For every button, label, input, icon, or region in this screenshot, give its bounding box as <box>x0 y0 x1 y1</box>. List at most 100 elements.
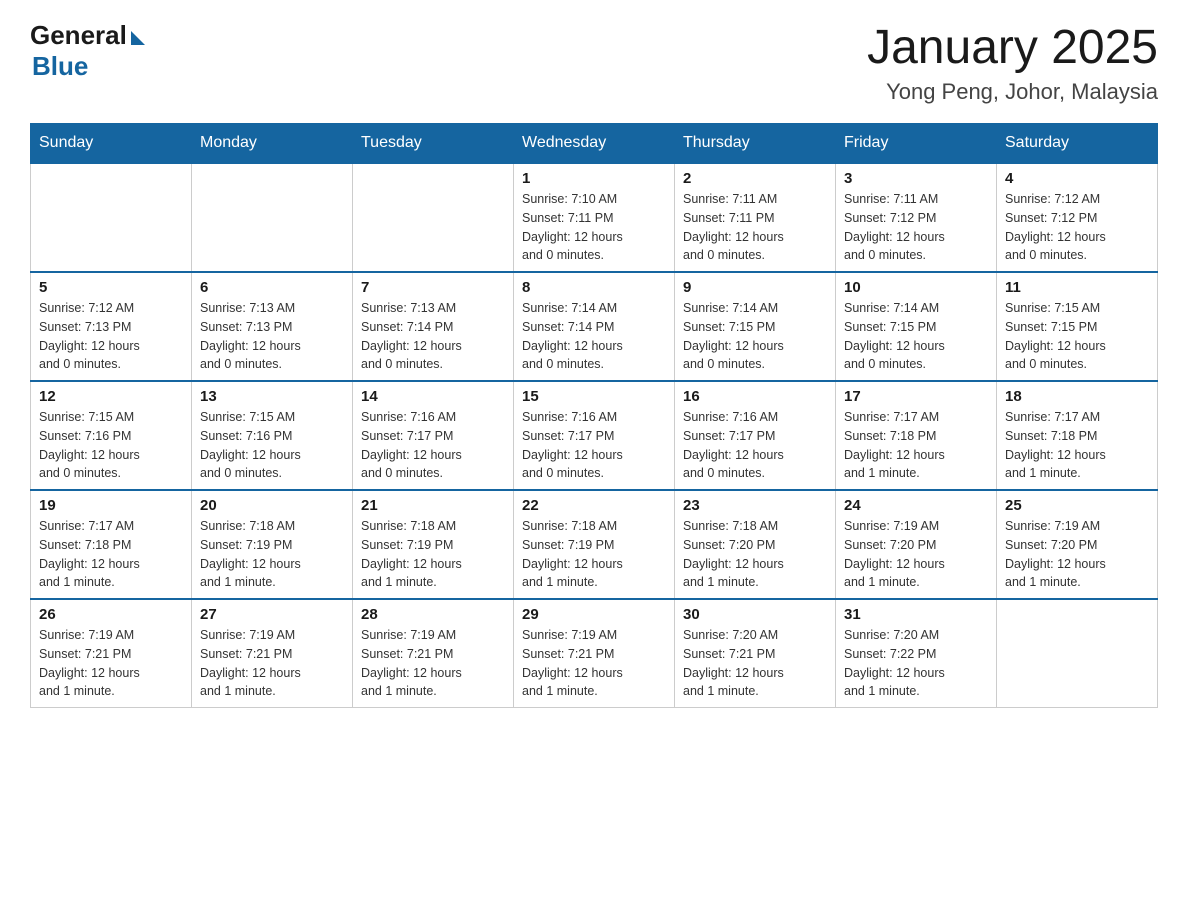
day-number: 19 <box>39 497 183 514</box>
week-row-2: 5 Sunrise: 7:12 AMSunset: 7:13 PMDaylight… <box>31 272 1158 381</box>
day-info: Sunrise: 7:16 AMSunset: 7:17 PMDaylight:… <box>522 408 666 483</box>
day-number: 7 <box>361 279 505 296</box>
week-row-3: 12 Sunrise: 7:15 AMSunset: 7:16 PMDayligh… <box>31 381 1158 490</box>
day-number: 13 <box>200 388 344 405</box>
week-row-4: 19 Sunrise: 7:17 AMSunset: 7:18 PMDayligh… <box>31 490 1158 599</box>
calendar-cell: 2 Sunrise: 7:11 AMSunset: 7:11 PMDaylight… <box>675 163 836 272</box>
calendar-cell: 24 Sunrise: 7:19 AMSunset: 7:20 PMDayligh… <box>836 490 997 599</box>
day-info: Sunrise: 7:15 AMSunset: 7:16 PMDaylight:… <box>39 408 183 483</box>
day-number: 28 <box>361 606 505 623</box>
day-number: 22 <box>522 497 666 514</box>
day-info: Sunrise: 7:17 AMSunset: 7:18 PMDaylight:… <box>1005 408 1149 483</box>
day-info: Sunrise: 7:19 AMSunset: 7:21 PMDaylight:… <box>361 626 505 701</box>
calendar-cell: 31 Sunrise: 7:20 AMSunset: 7:22 PMDayligh… <box>836 599 997 708</box>
day-number: 25 <box>1005 497 1149 514</box>
day-info: Sunrise: 7:14 AMSunset: 7:15 PMDaylight:… <box>844 299 988 374</box>
day-info: Sunrise: 7:15 AMSunset: 7:16 PMDaylight:… <box>200 408 344 483</box>
calendar-cell: 3 Sunrise: 7:11 AMSunset: 7:12 PMDaylight… <box>836 163 997 272</box>
day-number: 14 <box>361 388 505 405</box>
day-info: Sunrise: 7:12 AMSunset: 7:13 PMDaylight:… <box>39 299 183 374</box>
calendar-cell: 14 Sunrise: 7:16 AMSunset: 7:17 PMDayligh… <box>353 381 514 490</box>
day-info: Sunrise: 7:11 AMSunset: 7:12 PMDaylight:… <box>844 190 988 265</box>
day-number: 17 <box>844 388 988 405</box>
day-info: Sunrise: 7:16 AMSunset: 7:17 PMDaylight:… <box>361 408 505 483</box>
day-number: 29 <box>522 606 666 623</box>
day-info: Sunrise: 7:13 AMSunset: 7:13 PMDaylight:… <box>200 299 344 374</box>
day-number: 3 <box>844 170 988 187</box>
calendar-cell: 19 Sunrise: 7:17 AMSunset: 7:18 PMDayligh… <box>31 490 192 599</box>
calendar-cell <box>192 163 353 272</box>
title-block: January 2025 Yong Peng, Johor, Malaysia <box>867 20 1158 105</box>
calendar-cell <box>31 163 192 272</box>
week-row-5: 26 Sunrise: 7:19 AMSunset: 7:21 PMDayligh… <box>31 599 1158 708</box>
day-number: 5 <box>39 279 183 296</box>
calendar-cell: 22 Sunrise: 7:18 AMSunset: 7:19 PMDayligh… <box>514 490 675 599</box>
location-subtitle: Yong Peng, Johor, Malaysia <box>867 79 1158 105</box>
calendar-cell: 11Sunrise: 7:15 AMSunset: 7:15 PMDayligh… <box>997 272 1158 381</box>
logo-blue-text: Blue <box>32 51 88 82</box>
calendar-cell: 6 Sunrise: 7:13 AMSunset: 7:13 PMDaylight… <box>192 272 353 381</box>
day-info: Sunrise: 7:19 AMSunset: 7:21 PMDaylight:… <box>522 626 666 701</box>
day-number: 23 <box>683 497 827 514</box>
calendar-cell <box>997 599 1158 708</box>
day-number: 8 <box>522 279 666 296</box>
calendar-cell: 8 Sunrise: 7:14 AMSunset: 7:14 PMDaylight… <box>514 272 675 381</box>
day-info: Sunrise: 7:20 AMSunset: 7:22 PMDaylight:… <box>844 626 988 701</box>
logo-arrow-icon <box>131 31 145 45</box>
day-number: 9 <box>683 279 827 296</box>
calendar-header-wednesday: Wednesday <box>514 124 675 164</box>
day-info: Sunrise: 7:18 AMSunset: 7:19 PMDaylight:… <box>200 517 344 592</box>
day-info: Sunrise: 7:20 AMSunset: 7:21 PMDaylight:… <box>683 626 827 701</box>
calendar-header-row: SundayMondayTuesdayWednesdayThursdayFrid… <box>31 124 1158 164</box>
day-info: Sunrise: 7:10 AMSunset: 7:11 PMDaylight:… <box>522 190 666 265</box>
day-info: Sunrise: 7:12 AMSunset: 7:12 PMDaylight:… <box>1005 190 1149 265</box>
day-number: 24 <box>844 497 988 514</box>
calendar-cell: 15Sunrise: 7:16 AMSunset: 7:17 PMDayligh… <box>514 381 675 490</box>
day-number: 16 <box>683 388 827 405</box>
calendar-cell: 4 Sunrise: 7:12 AMSunset: 7:12 PMDaylight… <box>997 163 1158 272</box>
calendar-cell: 17 Sunrise: 7:17 AMSunset: 7:18 PMDayligh… <box>836 381 997 490</box>
calendar-cell: 30 Sunrise: 7:20 AMSunset: 7:21 PMDayligh… <box>675 599 836 708</box>
day-info: Sunrise: 7:14 AMSunset: 7:15 PMDaylight:… <box>683 299 827 374</box>
calendar-cell: 18 Sunrise: 7:17 AMSunset: 7:18 PMDayligh… <box>997 381 1158 490</box>
day-number: 21 <box>361 497 505 514</box>
day-number: 10 <box>844 279 988 296</box>
calendar-cell: 13 Sunrise: 7:15 AMSunset: 7:16 PMDayligh… <box>192 381 353 490</box>
calendar-cell: 7 Sunrise: 7:13 AMSunset: 7:14 PMDaylight… <box>353 272 514 381</box>
month-title: January 2025 <box>867 20 1158 75</box>
calendar-cell: 26 Sunrise: 7:19 AMSunset: 7:21 PMDayligh… <box>31 599 192 708</box>
day-number: 18 <box>1005 388 1149 405</box>
day-info: Sunrise: 7:19 AMSunset: 7:20 PMDaylight:… <box>844 517 988 592</box>
day-info: Sunrise: 7:19 AMSunset: 7:20 PMDaylight:… <box>1005 517 1149 592</box>
day-info: Sunrise: 7:17 AMSunset: 7:18 PMDaylight:… <box>844 408 988 483</box>
calendar-header-thursday: Thursday <box>675 124 836 164</box>
calendar-cell: 12 Sunrise: 7:15 AMSunset: 7:16 PMDayligh… <box>31 381 192 490</box>
day-info: Sunrise: 7:14 AMSunset: 7:14 PMDaylight:… <box>522 299 666 374</box>
calendar-cell: 9 Sunrise: 7:14 AMSunset: 7:15 PMDaylight… <box>675 272 836 381</box>
day-number: 2 <box>683 170 827 187</box>
day-number: 30 <box>683 606 827 623</box>
calendar-header-sunday: Sunday <box>31 124 192 164</box>
day-info: Sunrise: 7:18 AMSunset: 7:20 PMDaylight:… <box>683 517 827 592</box>
day-info: Sunrise: 7:19 AMSunset: 7:21 PMDaylight:… <box>39 626 183 701</box>
day-number: 1 <box>522 170 666 187</box>
calendar-cell: 10 Sunrise: 7:14 AMSunset: 7:15 PMDayligh… <box>836 272 997 381</box>
day-info: Sunrise: 7:17 AMSunset: 7:18 PMDaylight:… <box>39 517 183 592</box>
day-number: 26 <box>39 606 183 623</box>
calendar-cell: 25 Sunrise: 7:19 AMSunset: 7:20 PMDayligh… <box>997 490 1158 599</box>
day-info: Sunrise: 7:18 AMSunset: 7:19 PMDaylight:… <box>522 517 666 592</box>
day-number: 31 <box>844 606 988 623</box>
calendar-cell: 23 Sunrise: 7:18 AMSunset: 7:20 PMDayligh… <box>675 490 836 599</box>
calendar-cell: 1 Sunrise: 7:10 AMSunset: 7:11 PMDaylight… <box>514 163 675 272</box>
day-info: Sunrise: 7:11 AMSunset: 7:11 PMDaylight:… <box>683 190 827 265</box>
calendar-table: SundayMondayTuesdayWednesdayThursdayFrid… <box>30 123 1158 708</box>
calendar-cell <box>353 163 514 272</box>
calendar-cell: 5 Sunrise: 7:12 AMSunset: 7:13 PMDaylight… <box>31 272 192 381</box>
day-number: 4 <box>1005 170 1149 187</box>
day-number: 6 <box>200 279 344 296</box>
week-row-1: 1 Sunrise: 7:10 AMSunset: 7:11 PMDaylight… <box>31 163 1158 272</box>
calendar-cell: 29 Sunrise: 7:19 AMSunset: 7:21 PMDayligh… <box>514 599 675 708</box>
day-info: Sunrise: 7:13 AMSunset: 7:14 PMDaylight:… <box>361 299 505 374</box>
day-number: 11 <box>1005 279 1149 296</box>
day-number: 12 <box>39 388 183 405</box>
